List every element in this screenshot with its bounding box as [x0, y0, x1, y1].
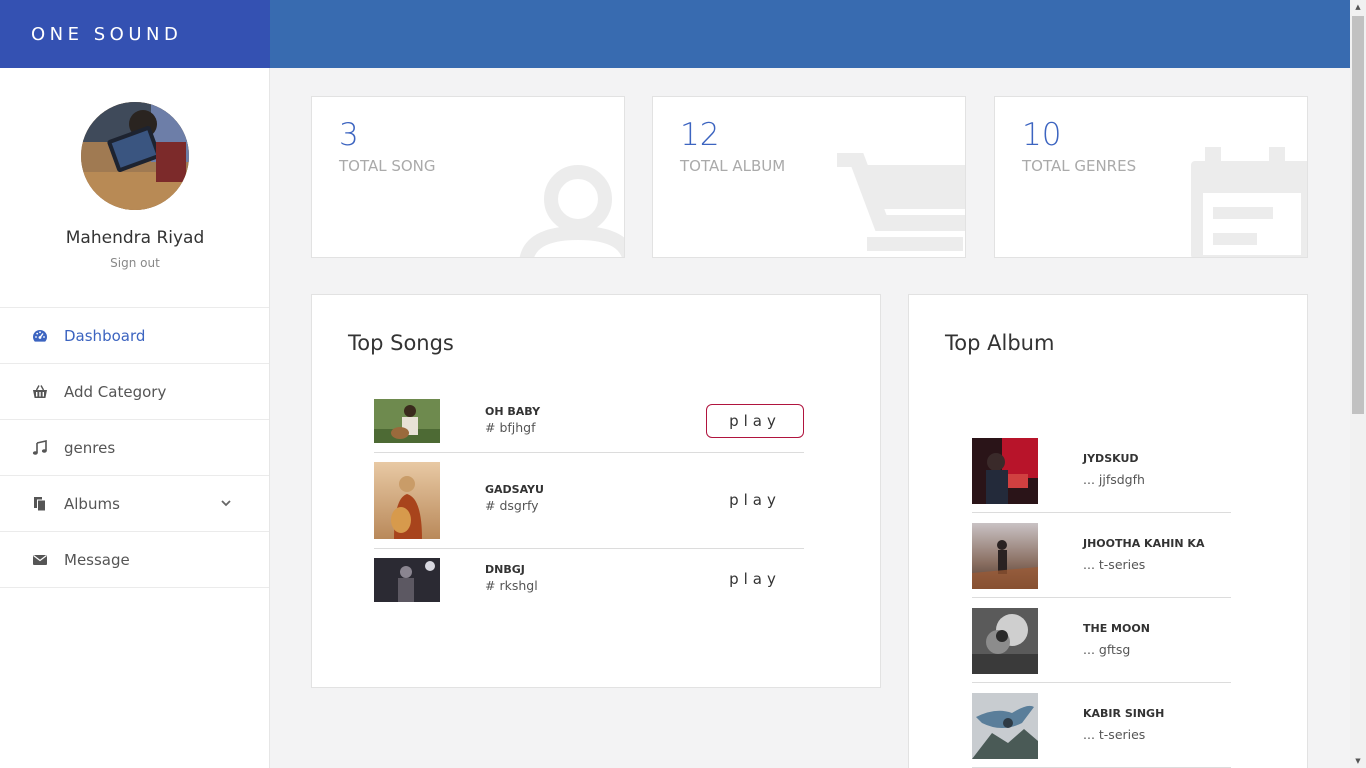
- album-subtitle: ... gftsg: [1083, 642, 1131, 657]
- album-subtitle: ... jjfsdgfh: [1083, 472, 1145, 487]
- brand-logo[interactable]: ONE SOUND: [0, 0, 270, 68]
- song-row[interactable]: DNBGJ # rkshgl play: [374, 549, 804, 613]
- scroll-down-arrow-icon[interactable]: ▼: [1350, 754, 1366, 768]
- user-name: Mahendra Riyad: [65, 228, 205, 248]
- scroll-up-arrow-icon[interactable]: ▲: [1350, 0, 1366, 14]
- album-title: JYDSKUD: [1083, 452, 1139, 465]
- sidebar-menu: Dashboard Add Category genres Albums Mes…: [0, 307, 269, 588]
- album-title: KABIR SINGH: [1083, 707, 1165, 720]
- album-title: JHOOTHA KAHIN KA: [1083, 537, 1205, 550]
- scroll-thumb[interactable]: [1352, 16, 1364, 414]
- song-tag: # dsgrfy: [485, 498, 539, 513]
- top-album-panel: Top Album JYDSKUD ... jjfsdgfh JHOOTHA K…: [908, 294, 1308, 768]
- album-thumbnail: [972, 693, 1038, 759]
- stat-label: TOTAL ALBUM: [680, 157, 786, 175]
- album-thumbnail: [972, 438, 1038, 504]
- album-row[interactable]: JYDSKUD ... jjfsdgfh: [972, 428, 1231, 513]
- brand-title: ONE SOUND: [31, 23, 183, 45]
- chevron-down-icon[interactable]: [219, 496, 233, 510]
- album-row[interactable]: KABIR SINGH ... t-series: [972, 683, 1231, 768]
- stat-value: 10: [1022, 117, 1062, 153]
- stat-label: TOTAL SONG: [339, 157, 436, 175]
- song-tag: # bfjhgf: [485, 420, 536, 435]
- play-button[interactable]: play: [706, 562, 804, 596]
- stat-card-total-genres[interactable]: 10 TOTAL GENRES: [994, 96, 1308, 258]
- stat-value: 3: [339, 117, 359, 153]
- page-scrollbar[interactable]: ▲ ▼: [1350, 0, 1366, 768]
- stat-label: TOTAL GENRES: [1022, 157, 1137, 175]
- play-button[interactable]: play: [706, 483, 804, 517]
- sidebar-item-dashboard[interactable]: Dashboard: [0, 308, 269, 364]
- song-tag: # rkshgl: [485, 578, 538, 593]
- stat-card-total-song[interactable]: 3 TOTAL SONG: [311, 96, 625, 258]
- top-songs-panel: Top Songs OH BABY # bfjhgf play GADSAYU …: [311, 294, 881, 688]
- sidebar-item-add-category[interactable]: Add Category: [0, 364, 269, 420]
- avatar: [81, 102, 189, 210]
- cart-icon: [837, 153, 965, 251]
- dashboard-icon: [31, 327, 49, 345]
- song-title: OH BABY: [485, 405, 541, 418]
- sidebar-item-genres[interactable]: genres: [0, 420, 269, 476]
- album-row[interactable]: JHOOTHA KAHIN KA ... t-series: [972, 513, 1231, 598]
- album-title: THE MOON: [1083, 622, 1150, 635]
- song-thumbnail: [374, 462, 440, 539]
- play-button[interactable]: play: [706, 404, 804, 438]
- stat-value: 12: [680, 117, 720, 153]
- album-thumbnail: [972, 523, 1038, 589]
- user-icon: [519, 165, 624, 257]
- top-navbar: [270, 0, 1350, 68]
- sidebar: Mahendra Riyad Sign out Dashboard Add Ca…: [0, 68, 270, 768]
- album-subtitle: ... t-series: [1083, 727, 1146, 742]
- song-row[interactable]: OH BABY # bfjhgf play: [374, 395, 804, 453]
- sidebar-item-albums[interactable]: Albums: [0, 476, 269, 532]
- sign-out-link[interactable]: Sign out: [0, 256, 270, 270]
- envelope-icon: [31, 551, 49, 569]
- song-thumbnail: [374, 558, 440, 602]
- song-title: DNBGJ: [485, 563, 525, 576]
- copy-icon: [31, 495, 49, 513]
- sidebar-item-label: Message: [64, 550, 130, 569]
- calendar-icon: [1191, 147, 1307, 257]
- sidebar-item-label: Add Category: [64, 382, 167, 401]
- panel-title: Top Album: [945, 331, 1055, 355]
- basket-icon: [31, 383, 49, 401]
- stat-card-total-album[interactable]: 12 TOTAL ALBUM: [652, 96, 966, 258]
- sidebar-item-label: Albums: [64, 494, 120, 513]
- album-thumbnail: [972, 608, 1038, 674]
- song-row[interactable]: GADSAYU # dsgrfy play: [374, 453, 804, 549]
- sidebar-item-message[interactable]: Message: [0, 532, 269, 588]
- sidebar-item-label: Dashboard: [64, 326, 146, 345]
- sidebar-item-label: genres: [64, 438, 116, 457]
- album-subtitle: ... t-series: [1083, 557, 1146, 572]
- panel-title: Top Songs: [348, 331, 454, 355]
- music-note-icon: [31, 439, 49, 457]
- song-title: GADSAYU: [485, 483, 544, 496]
- song-thumbnail: [374, 399, 440, 443]
- album-row[interactable]: THE MOON ... gftsg: [972, 598, 1231, 683]
